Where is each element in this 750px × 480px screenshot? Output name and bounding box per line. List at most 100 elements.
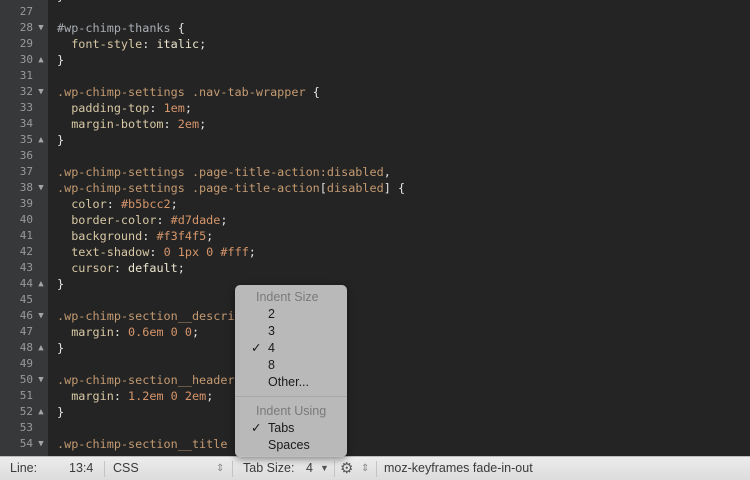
code-text: background: #f3f4f5; xyxy=(57,228,213,244)
code-token-sel: .wp-chimp-section__header xyxy=(57,373,235,387)
line-number: 38 xyxy=(19,181,33,194)
code-line[interactable]: 47 margin: 0.6em 0 0; xyxy=(0,324,750,340)
fold-up-triangle-icon[interactable]: ▲ xyxy=(36,340,46,356)
code-line[interactable]: 35 ▲} xyxy=(0,132,750,148)
code-line[interactable]: 27 xyxy=(0,4,750,20)
code-token-p: } xyxy=(57,405,65,419)
code-line[interactable]: 37 .wp-chimp-settings .page-title-action:… xyxy=(0,164,750,180)
code-token-num: 0.6em 0 0 xyxy=(128,325,192,339)
code-line[interactable]: 50 ▼ .wp-chimp-section__header xyxy=(0,372,750,388)
code-token-num: #f3f4f5 xyxy=(156,229,207,243)
menu-item-label: Other... xyxy=(268,375,309,389)
code-line[interactable]: 29 font-style: italic; xyxy=(0,36,750,52)
fold-down-triangle-icon[interactable]: ▼ xyxy=(36,372,46,388)
menu-item[interactable]: 2 xyxy=(235,306,347,323)
menu-item-label: Tabs xyxy=(268,421,295,435)
code-line[interactable]: 53 xyxy=(0,420,750,436)
updown-chevron-icon[interactable]: ⇕ xyxy=(361,457,369,480)
code-token-p: ; xyxy=(206,229,214,243)
code-token-p: : xyxy=(149,245,164,259)
menu-item[interactable]: ✓ Tabs xyxy=(235,420,347,437)
code-line[interactable]: 28 ▼ #wp-chimp-thanks { xyxy=(0,20,750,36)
line-number: 46 xyxy=(19,309,33,322)
fold-down-triangle-icon[interactable]: ▼ xyxy=(36,436,46,452)
line-number: 42 xyxy=(19,245,33,258)
code-line[interactable]: 54 ▼ .wp-chimp-section__title xyxy=(0,436,750,452)
code-token-p: } xyxy=(57,53,65,67)
menu-item[interactable]: 8 xyxy=(235,357,347,374)
code-token-p: { xyxy=(170,21,185,35)
cursor-position[interactable]: 13:4 xyxy=(69,457,93,480)
fold-up-triangle-icon[interactable]: ▲ xyxy=(36,404,46,420)
code-text: } xyxy=(57,276,64,292)
code-token-p: : xyxy=(149,101,164,115)
code-token-sel: .wp-chimp-settings .page-title-action xyxy=(57,181,320,195)
status-bar: Line: 13:4 CSS ⇕ Tab Size: 4 ▼ ⚙ ⇕ moz-k… xyxy=(0,456,750,480)
fold-down-triangle-icon[interactable]: ▼ xyxy=(36,180,46,196)
code-token-sel: .wp-chimp-section__descri xyxy=(57,309,235,323)
tab-size-value[interactable]: 4 xyxy=(306,457,313,480)
code-line[interactable]: 42 text-shadow: 0 1px 0 #fff; xyxy=(0,244,750,260)
code-line[interactable]: 36 xyxy=(0,148,750,164)
fold-down-triangle-icon[interactable]: ▼ xyxy=(36,84,46,100)
code-text: border-color: #d7dade; xyxy=(57,212,227,228)
menu-item-label: Spaces xyxy=(268,438,310,452)
code-token-prop: cursor xyxy=(57,261,114,275)
menu-item-label: 3 xyxy=(268,324,275,338)
code-text: .wp-chimp-settings .page-title-action[di… xyxy=(57,180,405,196)
code-line[interactable]: 46 ▼ .wp-chimp-section__descri xyxy=(0,308,750,324)
code-token-prop: background xyxy=(57,229,143,243)
code-line[interactable]: 48 ▲} xyxy=(0,340,750,356)
code-line[interactable]: 41 background: #f3f4f5; xyxy=(0,228,750,244)
code-line[interactable]: 33 padding-top: 1em; xyxy=(0,100,750,116)
code-token-p: ; xyxy=(184,101,192,115)
fold-up-triangle-icon[interactable]: ▲ xyxy=(36,276,46,292)
fold-up-triangle-icon[interactable]: ▲ xyxy=(36,52,46,68)
code-line[interactable]: 34 margin-bottom: 2em; xyxy=(0,116,750,132)
code-token-p: : xyxy=(163,117,178,131)
symbol-navigator[interactable]: moz-keyframes fade-in-out xyxy=(384,457,533,480)
code-token-sel: .wp-chimp-settings .page-title-action:di… xyxy=(57,165,384,179)
updown-chevron-icon[interactable]: ⇕ xyxy=(216,457,224,480)
menu-separator xyxy=(235,396,347,397)
line-number: 28 xyxy=(19,21,33,34)
code-token-p: : xyxy=(113,325,129,339)
code-token-p: } xyxy=(57,341,65,355)
code-token-kw: default xyxy=(128,261,178,275)
code-line[interactable]: 30 ▲} xyxy=(0,52,750,68)
menu-item[interactable]: ✓ 4 xyxy=(235,340,347,357)
menu-item[interactable]: Spaces xyxy=(235,437,347,454)
gear-icon[interactable]: ⚙ xyxy=(340,457,353,480)
fold-down-triangle-icon[interactable]: ▼ xyxy=(36,20,46,36)
code-line[interactable]: 44 ▲} xyxy=(0,276,750,292)
menu-item[interactable]: Other... xyxy=(235,374,347,391)
code-line[interactable]: 38 ▼ .wp-chimp-settings .page-title-action… xyxy=(0,180,750,196)
code-line[interactable]: 49 xyxy=(0,356,750,372)
code-line[interactable]: 40 border-color: #d7dade; xyxy=(0,212,750,228)
code-line[interactable]: 39 color: #b5bcc2; xyxy=(0,196,750,212)
code-text: .wp-chimp-settings .page-title-action:di… xyxy=(57,164,391,180)
code-line[interactable]: 43 cursor: default; xyxy=(0,260,750,276)
code-line[interactable]: 45 xyxy=(0,292,750,308)
line-number: 51 xyxy=(19,389,33,402)
code-token-prop: border-color xyxy=(57,213,157,227)
code-token-num: 1em xyxy=(163,101,185,115)
code-text: cursor: default; xyxy=(57,260,185,276)
code-editor[interactable]: 26}2728▼#wp-chimp-thanks {29 font-style:… xyxy=(0,0,750,456)
line-number: 35 xyxy=(19,133,33,146)
menu-item[interactable]: 3 xyxy=(235,323,347,340)
checkmark-icon: ✓ xyxy=(251,421,262,435)
code-line[interactable]: 51 margin: 1.2em 0 2em; xyxy=(0,388,750,404)
fold-up-triangle-icon[interactable]: ▲ xyxy=(36,132,46,148)
divider xyxy=(104,461,105,477)
code-line[interactable]: 31 xyxy=(0,68,750,84)
tab-size-menu: Indent Size 2 3 ✓ 4 8 Other... Indent Using ✓… xyxy=(235,285,347,457)
code-line[interactable]: 32 ▼ .wp-chimp-settings .nav-tab-wrapper { xyxy=(0,84,750,100)
code-line[interactable]: 52 ▲} xyxy=(0,404,750,420)
language-selector[interactable]: CSS xyxy=(113,457,139,480)
chevron-down-icon[interactable]: ▼ xyxy=(320,457,329,480)
fold-down-triangle-icon[interactable]: ▼ xyxy=(36,308,46,324)
code-lines[interactable]: 26}2728▼#wp-chimp-thanks {29 font-style:… xyxy=(0,0,750,452)
code-token-p: { xyxy=(305,85,320,99)
tab-size-label[interactable]: Tab Size: xyxy=(243,457,294,480)
